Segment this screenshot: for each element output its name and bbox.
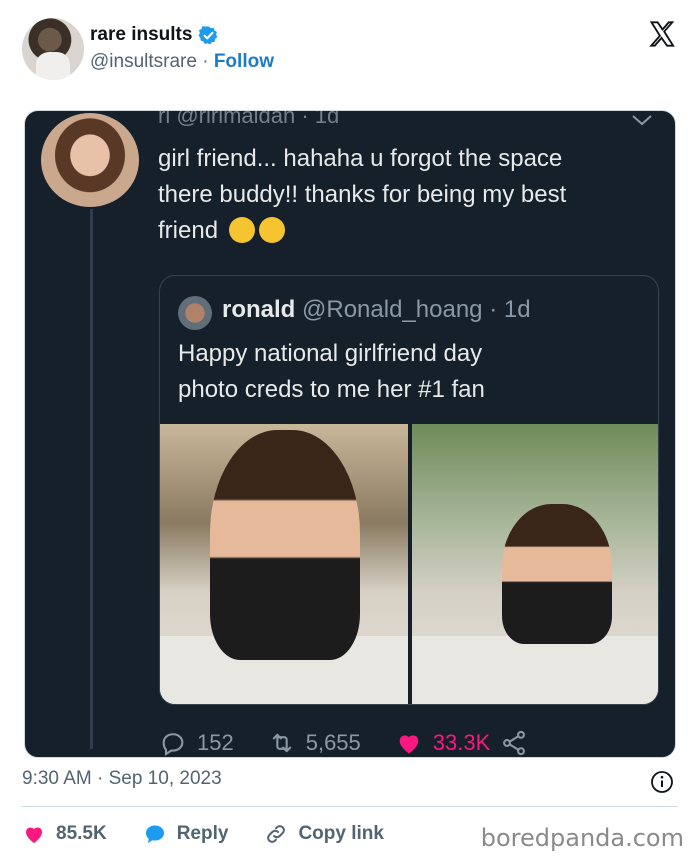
quote-header: ronald @Ronald_hoang · 1d [222,296,531,324]
embedded-like-count: 33.3K [432,730,491,755]
author-handle-row: @insultsrare · Follow [90,51,274,73]
copy-link-button[interactable]: Copy link [264,822,384,846]
relieved-emoji-icon [258,217,285,243]
x-logo-icon[interactable] [648,20,676,48]
verified-badge-icon [199,25,218,44]
reply-button[interactable]: Reply [143,822,229,846]
heart-icon [399,735,419,754]
embedded-action-bar: 152 5,655 33.3K [159,723,659,757]
reply-label: Reply [176,823,229,844]
reply-icon [162,733,184,757]
quote-photo-right [412,424,658,704]
embedded-retweet-count: 5,655 [305,730,361,755]
link-icon [267,825,286,843]
photo-person [502,504,612,644]
tweet-timestamp[interactable]: 9:30 AM · Sep 10, 2023 [22,768,222,790]
embedded-like-stat: 33.3K [395,729,529,757]
embedded-screenshot[interactable]: ri @ririmaidan · 1d girl friend... hahah… [24,110,676,758]
thread-line [90,209,93,749]
quoted-tweet: ronald @Ronald_hoang · 1d Happy national… [159,275,659,705]
handle-separator: · [196,51,214,72]
tweet-footer-actions: 85.5K Reply Copy link [22,818,420,850]
follow-button[interactable]: Follow [214,51,274,72]
quote-author-name: ronald [222,296,296,323]
heart-icon [26,827,42,843]
quote-text: Happy national girlfriend day photo cred… [178,340,485,403]
boredpanda-watermark: boredpanda.com [480,824,684,852]
info-icon[interactable] [650,770,674,794]
retweet-icon [272,733,291,753]
copy-link-label: Copy link [298,823,384,844]
photo-person [210,430,360,660]
quote-text-block: Happy national girlfriend day photo cred… [178,336,648,408]
like-count: 85.5K [56,823,107,844]
quote-author-avatar [178,296,212,330]
author-avatar[interactable] [22,18,84,80]
reply-author-avatar [41,113,139,207]
photo-table [412,636,658,704]
embedded-reply-stat: 152 [159,729,234,757]
author-display-name[interactable]: rare insults [90,24,192,46]
quote-handle-time: @Ronald_hoang · 1d [302,296,531,323]
comment-bubble-icon [145,825,164,843]
author-handle[interactable]: @insultsrare [90,51,197,72]
divider [22,806,678,807]
tweet-header: rare insults @insultsrare · Follow [22,16,682,82]
chevron-down-icon [632,115,652,126]
like-button[interactable]: 85.5K [22,822,107,846]
reply-text-block: girl friend... hahaha u forgot the space… [158,141,638,249]
kissing-emoji-icon [228,217,255,243]
author-name-row: rare insults [90,24,219,46]
reply-header: ri @ririmaidan · 1d [158,110,340,128]
reply-text: girl friend... hahaha u forgot the space… [158,145,567,244]
embedded-retweet-stat: 5,655 [268,729,361,757]
share-icon [503,730,526,756]
quote-photo-left [160,424,408,704]
embedded-reply-count: 152 [197,730,234,755]
